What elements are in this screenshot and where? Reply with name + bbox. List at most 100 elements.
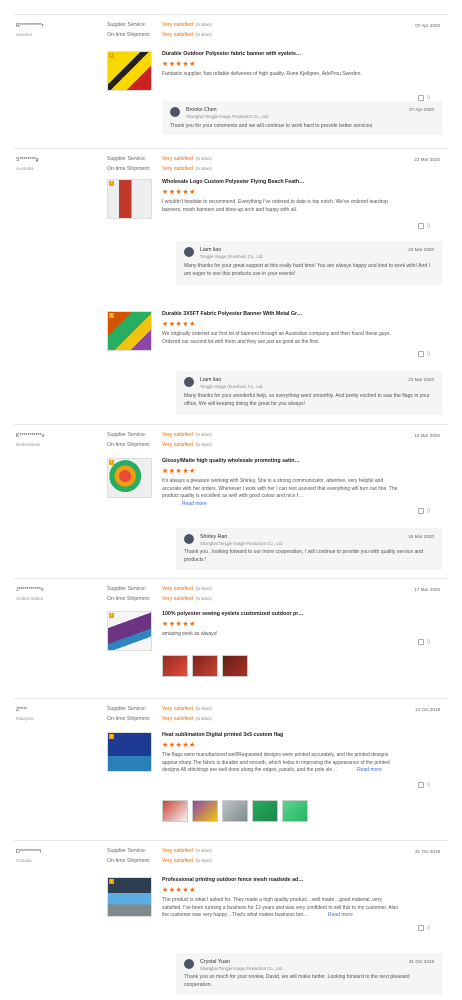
reply-text: Many thanks for your great support at th… <box>184 263 431 277</box>
like-button[interactable]: 0 <box>418 639 430 646</box>
review-comment: The product is what I asked for. They ma… <box>162 897 402 920</box>
review-date: 07 Apr 2020 <box>415 23 440 28</box>
review-date: 17 Mar 2020 <box>414 587 440 592</box>
read-more-link[interactable]: Read more <box>357 767 382 773</box>
ontime-shipment-label: On-time Shipment: <box>107 595 151 602</box>
supplier-service-value: Very satisfied <box>162 22 193 28</box>
review-card: J***********n United States Supplier Ser… <box>14 578 448 692</box>
ontime-shipment-value: Very satisfied <box>162 715 193 722</box>
reply-date: 31 Oct 2019 <box>408 959 434 964</box>
reply-company: Shanghai Tongjie Image Production Co., L… <box>200 541 284 546</box>
review-card: S********g Australia Supplier Service: Ve… <box>14 148 448 420</box>
review-date: 18 Mar 2020 <box>414 433 440 438</box>
review-photo[interactable] <box>162 655 188 677</box>
product-title-link[interactable]: Heat sublimation Digital printed 3x5 cus… <box>162 732 422 739</box>
product-tag: I <box>109 879 114 884</box>
read-more-link[interactable]: Read more <box>182 501 207 507</box>
product-title-link[interactable]: Glossy/Matte high quality wholesale prom… <box>162 458 422 465</box>
product-title-link[interactable]: Wholesale Logo Custom Polyester Flying B… <box>162 179 422 186</box>
product-thumbnail[interactable]: I <box>107 311 152 351</box>
reply-date: 23 Mar 2020 <box>408 247 434 252</box>
like-button[interactable]: 0 <box>418 925 430 932</box>
product-star-rating: ★★★★★ <box>162 61 196 68</box>
review-comment: I wouldn't hesitate to recommend. Everyt… <box>162 199 388 213</box>
review-photo[interactable] <box>222 655 248 677</box>
review-comment-text: The product is what I asked for. They ma… <box>162 897 399 918</box>
like-count: 0 <box>427 223 430 230</box>
supplier-ratings: Supplier Service: Very satisfied (5 stars)… <box>107 156 212 175</box>
review-comment-text: The flags were manufactured well!Request… <box>162 752 390 773</box>
buyer-name: S********g <box>16 157 39 163</box>
review-comment-text: It's always a pleasure working with Shir… <box>162 478 398 499</box>
supplier-reply: Crystal Yuan Shanghai Tongjie Image Prod… <box>176 953 442 995</box>
like-button[interactable]: 0 <box>418 508 430 515</box>
product-thumbnail[interactable]: I <box>107 179 152 219</box>
product-review: I Heat sublimation Digital printed 3x5 c… <box>107 732 442 832</box>
review-photo[interactable] <box>162 800 188 822</box>
buyer-info: D**********l Canada <box>16 849 96 864</box>
like-button[interactable]: 0 <box>418 351 430 358</box>
product-thumbnail[interactable]: I <box>107 877 152 917</box>
review-photo[interactable] <box>222 800 248 822</box>
ontime-shipment-value: Very satisfied <box>162 857 193 864</box>
product-tag: I <box>109 53 114 58</box>
ontime-shipment-label: On-time Shipment: <box>107 31 151 38</box>
review-date: 31 Oct 2019 <box>414 849 440 854</box>
product-thumbnail[interactable]: I <box>107 458 152 498</box>
thumbs-up-icon <box>418 782 425 788</box>
review-card: R***********r Sweden Supplier Service: Ve… <box>14 14 448 138</box>
buyer-info: R***********r Sweden <box>16 23 96 38</box>
supplier-service-label: Supplier Service: <box>107 848 147 854</box>
product-star-rating: ★★★★★ <box>162 189 196 196</box>
supplier-reply: Liam liao Tongjie Image (Kunshan) Co., L… <box>176 241 442 285</box>
like-button[interactable]: 0 <box>418 782 430 789</box>
product-thumbnail[interactable]: I <box>107 51 152 91</box>
reply-date: 07 Apr 2020 <box>409 107 434 112</box>
product-tag: I <box>109 313 114 318</box>
product-title-link[interactable]: Durable 3X5FT Fabric Polyester Banner Wi… <box>162 311 422 318</box>
reply-date: 23 Mar 2020 <box>408 377 434 382</box>
review-photo[interactable] <box>192 800 218 822</box>
review-photo[interactable] <box>252 800 278 822</box>
supplier-service-label: Supplier Service: <box>107 586 147 592</box>
buyer-country: Sweden <box>16 32 33 38</box>
thumbs-up-icon <box>418 508 425 514</box>
like-count: 0 <box>427 639 430 646</box>
buyer-country: Netherlands <box>16 442 41 448</box>
supplier-service-value: Very satisfied <box>162 432 193 438</box>
review-comment: Fantastic supplier, fast reliable delive… <box>162 71 362 77</box>
buyer-name: K***********o <box>16 433 45 439</box>
buyer-info: Z**** Malaysia <box>16 707 96 722</box>
avatar <box>184 377 194 387</box>
supplier-service-value: Very satisfied <box>162 848 193 854</box>
buyer-country: Canada <box>16 858 32 864</box>
supplier-service-stars: (5 stars) <box>195 848 212 853</box>
product-thumbnail[interactable]: I <box>107 732 152 772</box>
product-title-link[interactable]: Durable Outdoor Polyester fabric banner … <box>162 51 422 58</box>
product-review: I 100% polyester sewing eyelets customiz… <box>107 611 442 687</box>
review-photo[interactable] <box>282 800 308 822</box>
product-tag: I <box>109 181 114 186</box>
ontime-shipment-value: Very satisfied <box>162 31 193 38</box>
product-thumbnail[interactable]: I <box>107 611 152 651</box>
supplier-reply: Shirley Ran Shanghai Tongjie Image Produ… <box>176 528 442 570</box>
thumbs-up-icon <box>418 351 425 357</box>
review-date: 13 Oct 2019 <box>414 707 440 712</box>
buyer-info: S********g Australia <box>16 157 96 172</box>
product-title-link[interactable]: 100% polyester sewing eyelets customized… <box>162 611 422 618</box>
supplier-ratings: Supplier Service: Very satisfied (5 stars)… <box>107 706 212 725</box>
reply-text: Thank you for your comments and we will … <box>170 123 374 129</box>
review-photos <box>162 800 312 825</box>
review-photo[interactable] <box>192 655 218 677</box>
product-tag: I <box>109 460 114 465</box>
product-title-link[interactable]: Professional printing outdoor fence mesh… <box>162 877 422 884</box>
product-star-rating: ★★★★★ <box>162 887 196 894</box>
like-button[interactable]: 0 <box>418 223 430 230</box>
reply-company: Tongjie Image (Kunshan) Co., Ltd. <box>200 384 264 389</box>
reply-company: Shanghai Tongjie Image Production Co., L… <box>186 114 270 119</box>
review-comment: amazing work as always! <box>162 631 218 637</box>
thumbs-up-icon <box>418 223 425 229</box>
review-date: 23 Mar 2020 <box>414 157 440 162</box>
read-more-link[interactable]: Read more <box>328 912 353 918</box>
thumbs-up-icon <box>418 925 425 931</box>
